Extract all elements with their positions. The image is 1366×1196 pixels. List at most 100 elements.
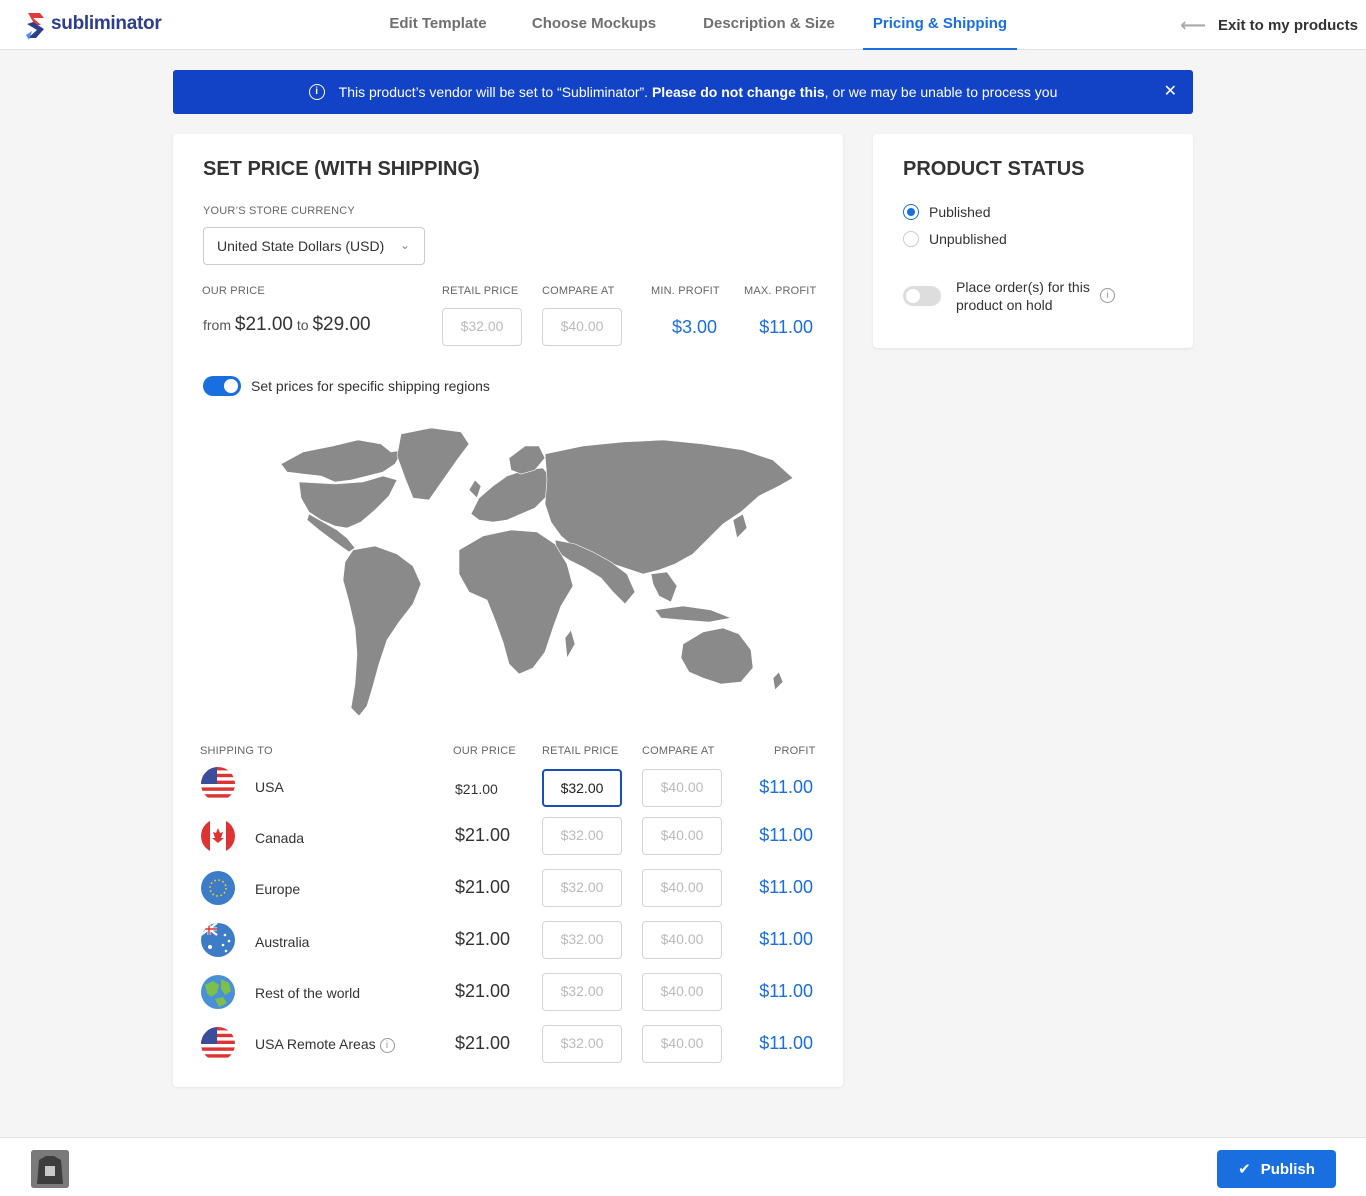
th-our-price: OUR PRICE [453, 745, 516, 757]
header-our-price: OUR PRICE [202, 285, 265, 297]
th-shipping-to: SHIPPING TO [200, 745, 273, 757]
hold-label: Place order(s) for this product on hold [956, 278, 1090, 314]
world-map[interactable] [263, 424, 813, 724]
to-word: to [296, 317, 309, 333]
row-compare-input[interactable]: $40.00 [642, 769, 722, 807]
row-retail-input[interactable]: $32.00 [542, 921, 622, 959]
row-profit: $11.00 [759, 877, 813, 897]
globe-icon [201, 975, 235, 1009]
tab-choose-mockups[interactable]: Choose Mockups [526, 0, 662, 50]
radio-unpublished-label: Unpublished [929, 231, 1007, 247]
hold-label-line2: product on hold [956, 297, 1053, 313]
row-our-price: $21.00 [455, 825, 511, 845]
max-profit-value: $11.00 [759, 317, 813, 337]
row-our-price: $21.00 [455, 877, 511, 897]
th-compare-at: COMPARE AT [642, 745, 715, 757]
table-row: Australia $21.00 $32.00 $40.00 $11.00 [201, 921, 813, 961]
product-status-card: PRODUCT STATUS Published Unpublished Pla… [873, 134, 1193, 348]
row-compare-input[interactable]: $40.00 [642, 869, 722, 907]
info-icon[interactable]: i [379, 1037, 395, 1053]
region-name: Canada [255, 830, 305, 846]
header-retail-price: RETAIL PRICE [442, 285, 519, 297]
region-name-text: USA Remote Areas [255, 1036, 376, 1052]
region-name: Europe [255, 881, 301, 897]
price-max: $29.00 [312, 314, 371, 335]
region-name: USA [255, 779, 284, 795]
table-row: Canada $21.00 $32.00 $40.00 $11.00 [201, 817, 813, 857]
exit-link[interactable]: ⟵ Exit to my products [1180, 0, 1358, 50]
row-retail-input[interactable]: $32.00 [542, 817, 622, 855]
publish-label: Publish [1260, 1160, 1315, 1178]
row-profit: $11.00 [759, 929, 813, 949]
close-icon[interactable]: ✕ [1164, 81, 1177, 101]
row-retail-input[interactable]: $32.00 [542, 769, 622, 807]
eu-flag-icon [201, 871, 235, 905]
info-icon[interactable]: i [1100, 288, 1115, 303]
min-profit-value: $3.00 [671, 317, 717, 337]
top-bar: subliminator Edit Template Choose Mockup… [0, 0, 1366, 50]
radio-published[interactable] [903, 204, 919, 220]
row-our-price: $21.00 [455, 781, 498, 797]
status-title: PRODUCT STATUS [903, 158, 1085, 180]
row-retail-input[interactable]: $32.00 [542, 1025, 622, 1063]
row-our-price: $21.00 [455, 981, 511, 1001]
region-name: Rest of the world [255, 985, 361, 1001]
th-retail-price: RETAIL PRICE [542, 745, 619, 757]
header-compare-at: COMPARE AT [542, 285, 615, 297]
compare-at-input[interactable]: $40.00 [542, 308, 622, 346]
subliminator-logo-icon [24, 9, 48, 40]
row-profit: $11.00 [759, 825, 813, 845]
hold-label-line1: Place order(s) for this [956, 279, 1090, 295]
price-min: $21.00 [234, 314, 294, 335]
row-compare-input[interactable]: $40.00 [642, 1025, 722, 1063]
row-compare-input[interactable]: $40.00 [642, 817, 722, 855]
logo[interactable]: subliminator [24, 9, 162, 40]
region-name: USA Remote Areas i [255, 1036, 395, 1053]
exit-label: Exit to my products [1217, 16, 1358, 34]
table-row: USA Remote Areas i $21.00 $32.00 $40.00 … [201, 1025, 813, 1065]
table-row: Europe $21.00 $32.00 $40.00 $11.00 [201, 869, 813, 909]
row-profit: $11.00 [759, 1033, 813, 1053]
row-compare-input[interactable]: $40.00 [642, 973, 722, 1011]
vendor-notice-banner: i This product’s vendor will be set to “… [173, 70, 1193, 114]
row-retail-input[interactable]: $32.00 [542, 869, 622, 907]
row-profit: $11.00 [759, 777, 813, 797]
hold-toggle[interactable] [903, 286, 941, 306]
radio-published-label: Published [929, 204, 991, 220]
usa-flag-icon [201, 767, 235, 801]
regions-toggle[interactable] [203, 376, 241, 396]
australia-flag-icon [201, 923, 235, 957]
row-our-price: $21.00 [455, 929, 511, 949]
check-icon: ✔ [1238, 1161, 1251, 1178]
publish-button[interactable]: ✔ Publish [1217, 1150, 1336, 1188]
banner-text-before: This product’s vendor will be set to “Su… [338, 84, 652, 100]
bottom-bar: ✔ Publish [0, 1137, 1366, 1196]
tab-pricing-shipping[interactable]: Pricing & Shipping [863, 0, 1017, 50]
our-price-range: from $21.00 to $29.00 [203, 314, 371, 336]
pricing-title: SET PRICE (WITH SHIPPING) [203, 158, 480, 180]
header-max-profit: MAX. PROFIT [744, 285, 817, 297]
tab-edit-template[interactable]: Edit Template [372, 0, 504, 50]
radio-unpublished[interactable] [903, 231, 919, 247]
region-name: Australia [255, 934, 310, 950]
currency-label: YOUR’S STORE CURRENCY [203, 205, 355, 217]
from-word: from [203, 317, 231, 333]
usa-flag-icon [201, 1027, 235, 1061]
currency-select[interactable]: United State Dollars (USD) ⌄ [203, 227, 425, 265]
table-row: Rest of the world $21.00 $32.00 $40.00 $… [201, 973, 813, 1013]
row-compare-input[interactable]: $40.00 [642, 921, 722, 959]
arrow-left-icon: ⟵ [1180, 14, 1206, 35]
header-min-profit: MIN. PROFIT [651, 285, 720, 297]
brand-name: subliminator [51, 13, 162, 34]
row-retail-input[interactable]: $32.00 [542, 973, 622, 1011]
banner-text: This product’s vendor will be set to “Su… [339, 84, 1058, 100]
retail-price-input[interactable]: $32.00 [442, 308, 522, 346]
row-profit: $11.00 [759, 981, 813, 1001]
info-icon: i [308, 84, 325, 100]
product-thumbnail[interactable] [31, 1150, 69, 1188]
row-our-price: $21.00 [455, 1033, 511, 1053]
tab-description-size[interactable]: Description & Size [696, 0, 842, 50]
pricing-card: SET PRICE (WITH SHIPPING) YOUR’S STORE C… [173, 134, 843, 1087]
world-map-icon [280, 427, 794, 717]
chevron-down-icon: ⌄ [399, 238, 410, 252]
